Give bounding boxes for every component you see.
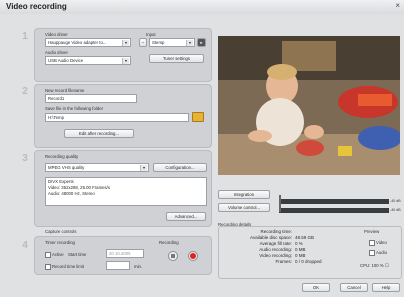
input-next-button[interactable]: ▸ [197, 38, 206, 47]
close-icon[interactable]: × [395, 1, 400, 10]
record-limit-label: Record time limit [52, 264, 84, 270]
step-4-icon: 4 [22, 240, 28, 251]
folder-icon[interactable] [192, 112, 204, 122]
audio-driver-label: Audio driver [45, 50, 68, 55]
details-value: 0 / 0 dropped [295, 259, 322, 264]
stop-icon [171, 254, 175, 258]
preview-video-label: Video [376, 240, 387, 246]
help-button[interactable]: Help [372, 283, 400, 292]
video-frame-image [218, 36, 400, 175]
input-label: Input [146, 32, 156, 37]
filename-input[interactable]: Record1 [45, 94, 137, 103]
details-table: Recording time: Available disc space: 48.… [236, 229, 356, 265]
record-icon [190, 253, 196, 259]
video-driver-label: Video driver [45, 32, 68, 37]
chevron-down-icon: ▾ [122, 40, 129, 46]
cancel-button[interactable]: Cancel [340, 283, 368, 292]
quality-detail-line: Audio: 48000 Hz, Stereo [48, 191, 95, 196]
audio-meter-left [279, 199, 389, 204]
input-prev-button[interactable]: – [139, 38, 147, 47]
quality-label: Recording quality [45, 154, 79, 159]
timer-recording-label: Timer recording [45, 240, 75, 245]
start-time-input[interactable]: 20.10.2005 [106, 249, 144, 258]
record-limit-unit: min. [134, 264, 143, 269]
preview-audio-checkbox[interactable]: Audio [369, 250, 387, 256]
meter-right-value: -40 dB [390, 208, 401, 212]
details-row: Frames: 0 / 0 dropped [236, 259, 356, 265]
chevron-down-icon: ▾ [140, 165, 147, 171]
step-3-icon: 3 [22, 153, 28, 164]
input-select[interactable]: Stemp ▾ [149, 38, 195, 47]
meter-left-value: -40 dB [390, 199, 401, 203]
edit-after-recording-button[interactable]: Edit after recording... [64, 129, 134, 138]
volume-slider-handle[interactable] [279, 195, 281, 212]
step-2-icon: 2 [22, 86, 28, 97]
video-driver-value: Hauppauge Video adapter to... [48, 40, 107, 45]
volume-control-button[interactable]: Volume control... [218, 203, 270, 212]
input-value: Stemp [152, 40, 165, 45]
quality-value: MPEG VHS quality [48, 165, 85, 170]
filename-label: New record filename [45, 88, 85, 93]
checkbox-icon [369, 250, 375, 256]
quality-select[interactable]: MPEG VHS quality ▾ [45, 163, 149, 172]
chevron-down-icon: ▾ [122, 58, 129, 64]
details-key: Frames: [275, 259, 292, 264]
folder-input[interactable]: H:\Temp [45, 113, 189, 122]
recording-label: Recording [159, 240, 179, 245]
record-limit-input[interactable] [106, 261, 130, 270]
audio-driver-value: USB Audio Device [48, 58, 84, 63]
record-limit-checkbox[interactable]: Record time limit [45, 264, 84, 270]
window-title: Video recording [6, 2, 67, 11]
integration-button[interactable]: Integration [218, 190, 270, 199]
cpu-usage: CPU: 100 % ☐ [360, 263, 389, 268]
checkbox-icon [45, 252, 51, 258]
preview-audio-label: Audio [376, 250, 387, 256]
start-time-label: Start time [68, 252, 87, 257]
preview-label: Preview [364, 229, 380, 234]
active-checkbox[interactable]: Active [45, 252, 64, 258]
quality-details: DIVX Experts Video: 352x288, 25.00 Frame… [45, 177, 207, 206]
chevron-down-icon: ▾ [186, 40, 193, 46]
folder-label: Save file in the following folder [45, 106, 104, 111]
step-1-icon: 1 [22, 31, 28, 42]
audio-driver-select[interactable]: USB Audio Device ▾ [45, 56, 131, 65]
preview-video-checkbox[interactable]: Video [369, 240, 387, 246]
advanced-button[interactable]: Advanced... [166, 212, 206, 221]
audio-meter-right [279, 208, 389, 213]
video-driver-select[interactable]: Hauppauge Video adapter to... ▾ [45, 38, 131, 47]
ok-button[interactable]: OK [302, 283, 330, 292]
active-label: Active [52, 252, 64, 258]
configuration-button[interactable]: Configuration... [153, 163, 207, 172]
capture-controls-label: Capture controls [45, 229, 77, 234]
video-preview [218, 36, 400, 175]
tuner-settings-button[interactable]: Tuner settings [149, 54, 204, 63]
checkbox-icon [369, 240, 375, 246]
checkbox-icon [45, 264, 51, 270]
